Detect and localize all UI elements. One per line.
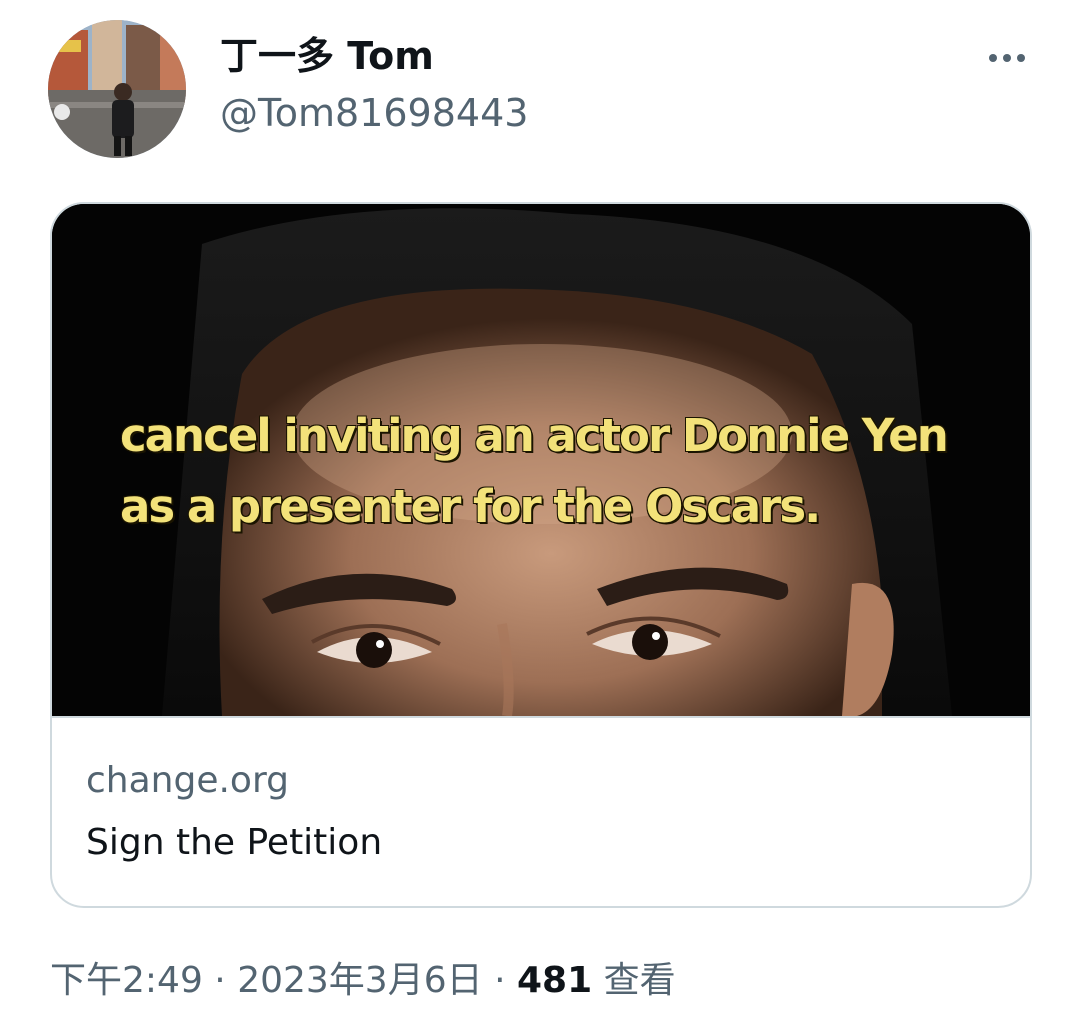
tweet: 丁一多 Tom @Tom81698443 cancel inviting an … (0, 0, 1077, 1012)
tweet-meta: 下午2:49 · 2023年3月6日 · 481 查看 (50, 956, 676, 1006)
link-card[interactable]: cancel inviting an actor Donnie Yen as a… (50, 202, 1032, 908)
card-title: Sign the Petition (86, 822, 383, 863)
display-name[interactable]: 丁一多 Tom (220, 32, 434, 80)
more-options-button[interactable] (978, 36, 1036, 80)
meta-separator: · (202, 960, 238, 1001)
card-divider (52, 716, 1030, 718)
card-image[interactable]: cancel inviting an actor Donnie Yen as a… (52, 204, 1030, 716)
avatar[interactable] (48, 20, 186, 158)
user-handle[interactable]: @Tom81698443 (220, 90, 528, 136)
meta-separator: · (482, 960, 517, 1001)
views-label: 查看 (603, 960, 676, 1001)
tweet-date[interactable]: 2023年3月6日 (237, 960, 482, 1001)
image-caption: cancel inviting an actor Donnie Yen as a… (120, 409, 949, 533)
more-horizontal-icon-dot (1017, 54, 1025, 62)
tweet-time[interactable]: 下午2:49 (50, 960, 203, 1001)
more-horizontal-icon-dot (1003, 54, 1011, 62)
avatar-photo (48, 20, 186, 158)
views-count: 481 (516, 960, 593, 1001)
more-horizontal-icon (989, 54, 997, 62)
card-domain: change.org (86, 760, 289, 801)
